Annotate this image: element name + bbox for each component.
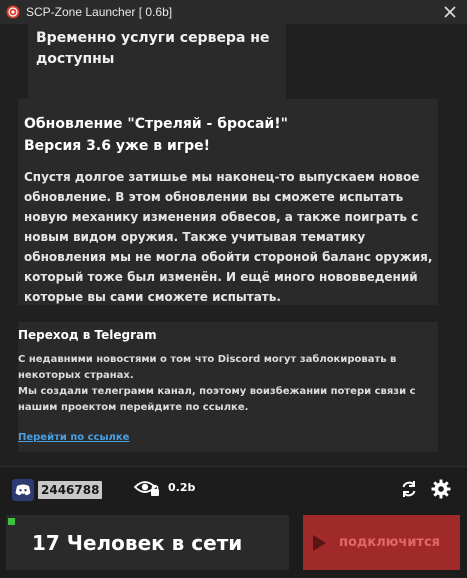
version-label: 0.2b [168,480,196,494]
news-heading: Обновление "Стреляй - бросай!" Версия 3.… [24,113,434,157]
news-card: Временно услуги сервера не доступны [28,24,286,106]
refresh-icon[interactable] [399,479,419,499]
online-status-indicator [8,518,15,525]
connect-label: подключится [339,535,441,550]
discord-member-count: 2446788 [38,481,103,499]
news-body: Временно услуги сервера не доступны [36,30,270,67]
news-card: Обновление "Стреляй - бросай!" Версия 3.… [18,99,438,305]
news-heading-line: Обновление "Стреляй - бросай!" [24,116,288,132]
news-heading: Переход в Telegram [18,328,157,342]
news-card: Переход в Telegram С недавними новостями… [18,322,438,452]
gear-icon[interactable] [431,479,451,499]
play-icon [313,534,326,551]
news-heading-line: Версия 3.6 уже в игре! [24,138,211,154]
title-bar: SCP-Zone Launcher [ 0.6b] [0,0,467,24]
news-body-line: Мы создали телеграмм канал, поэтому воиз… [18,386,416,413]
close-button[interactable] [441,3,459,21]
connect-button[interactable]: подключится [303,515,460,570]
news-body: Спустя долгое затишье мы наконец-то выпу… [24,170,433,304]
discord-button[interactable]: 2446788 [12,479,114,501]
online-count-text: 17 Человек в сети [32,530,243,555]
bottom-bar: 2446788 0.2b 17 Человек в сети подключит… [0,467,467,578]
news-body-line: С недавними новостями о том что Discord … [18,354,397,381]
eye-lock-icon [134,481,159,496]
close-icon [444,6,456,18]
discord-icon [12,479,34,501]
online-counter: 17 Человек в сети [6,515,289,570]
news-body: С недавними новостями о том что Discord … [18,352,436,416]
news-feed[interactable]: Временно услуги сервера не доступны Обно… [0,24,467,466]
telegram-link[interactable]: Перейти по ссылке [18,432,129,443]
window-title: SCP-Zone Launcher [ 0.6b] [26,5,173,19]
app-logo-icon [6,5,20,19]
visibility-toggle[interactable]: 0.2b [134,477,195,497]
